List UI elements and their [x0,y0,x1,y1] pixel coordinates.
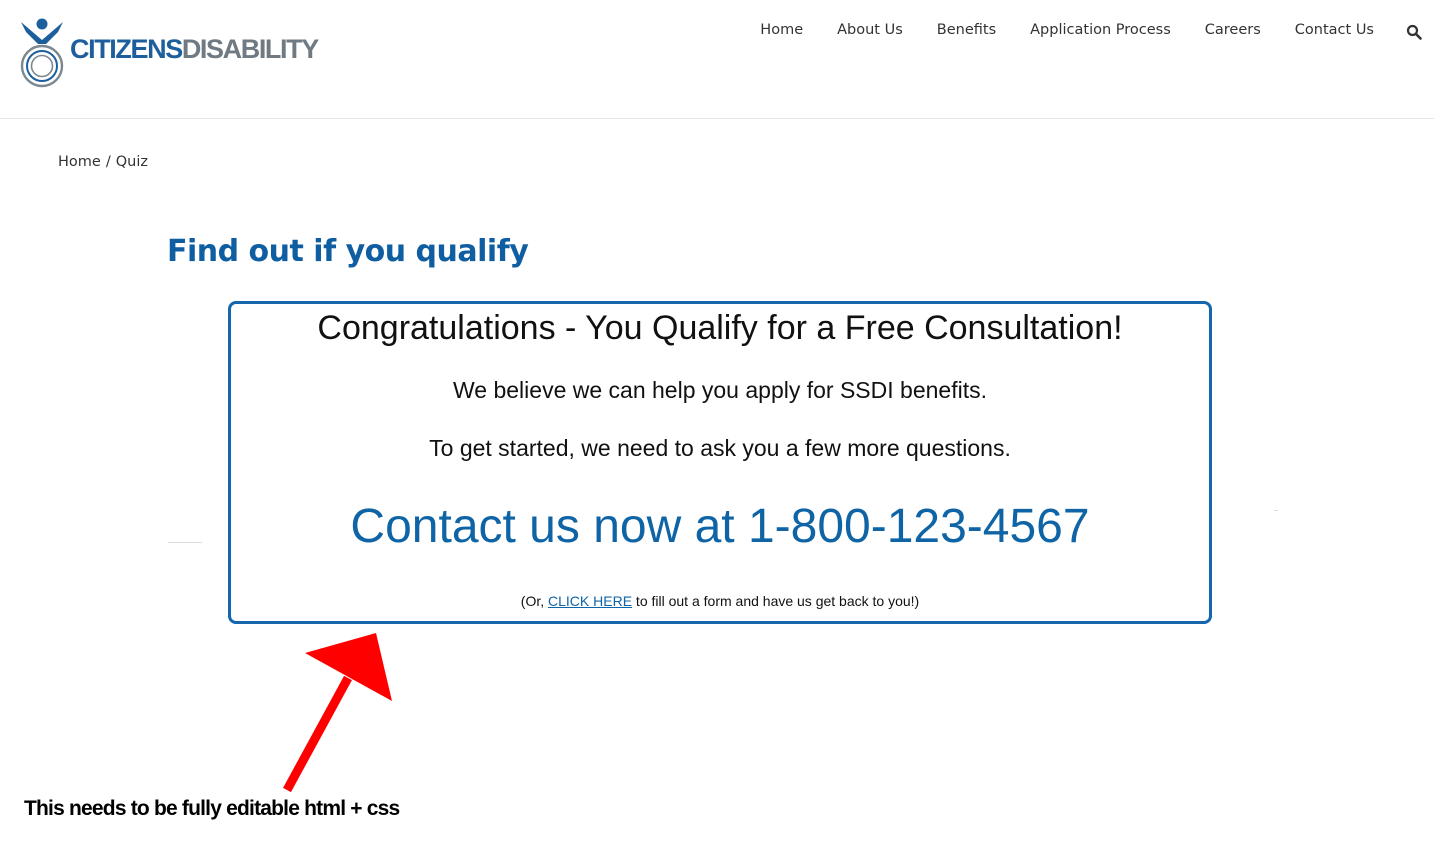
breadcrumb-home[interactable]: Home [58,154,101,170]
result-heading: Congratulations - You Qualify for a Free… [317,309,1123,347]
nav-item-careers[interactable]: Careers [1205,22,1261,38]
nav-item-about-us[interactable]: About Us [837,22,903,38]
page-title: Find out if you qualify [167,234,529,269]
result-line-ssdi: We believe we can help you apply for SSD… [453,377,987,403]
annotation-text: This needs to be fully editable html + c… [24,797,400,820]
nav-item-contact-us[interactable]: Contact Us [1295,22,1374,38]
nav-item-home[interactable]: Home [760,22,803,38]
nav-item-benefits[interactable]: Benefits [937,22,996,38]
logo[interactable]: CITIZENSDISABILITY [18,16,319,90]
page: CITIZENSDISABILITY Home About Us Benefit… [0,0,1434,858]
logo-text: CITIZENSDISABILITY [70,34,319,65]
logo-mark-icon [20,18,64,88]
breadcrumb-current: Quiz [115,154,148,170]
note-prefix: (Or, [520,593,549,609]
site-header: CITIZENSDISABILITY Home About Us Benefit… [0,0,1434,119]
divider [1274,510,1278,511]
contact-phone-text[interactable]: Contact us now at 1-800-123-4567 [231,499,1209,554]
annotation-arrow-icon [283,633,392,793]
logo-text-citizens: CITIZENS [70,34,183,64]
search-icon[interactable] [1406,24,1422,40]
note-suffix: to fill out a form and have us get back … [632,593,920,609]
divider [168,542,202,543]
result-line-questions: To get started, we need to ask you a few… [429,435,1011,461]
breadcrumb-separator: / [105,154,111,170]
click-here-link[interactable]: CLICK HERE [548,593,632,609]
form-callback-note: (Or, CLICK HERE to fill out a form and h… [231,593,1209,609]
qualification-result-box: Congratulations - You Qualify for a Free… [228,301,1212,624]
breadcrumb: Home / Quiz [58,154,148,170]
logo-text-disability: DISABILITY [181,34,319,64]
main-nav: Home About Us Benefits Application Proce… [726,22,1374,38]
nav-item-application-process[interactable]: Application Process [1030,22,1171,38]
